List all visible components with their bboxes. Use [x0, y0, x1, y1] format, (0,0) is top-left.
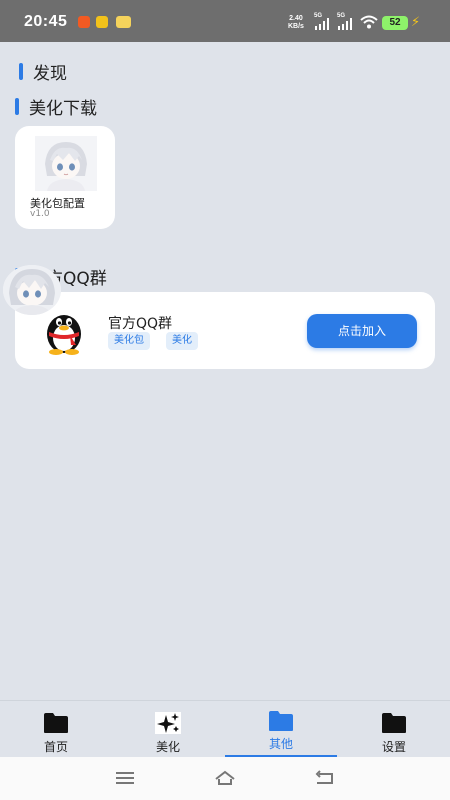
network-speed-value: 2.40 [289, 15, 303, 22]
battery-indicator: 52 [382, 16, 408, 30]
network-speed: 2.40 KB/s [288, 15, 304, 31]
folder-icon [382, 713, 406, 733]
floating-avatar[interactable] [3, 265, 61, 315]
app-notification-icon [116, 16, 131, 28]
package-version: v1.0 [30, 209, 50, 219]
nav-tab-beauty[interactable]: 美化 [112, 701, 224, 758]
signal-label: 5G [314, 13, 323, 19]
wifi-icon [360, 15, 378, 29]
status-time: 20:45 [24, 13, 68, 30]
tag-badge: 美化包 [108, 332, 150, 350]
nav-tab-home[interactable]: 首页 [0, 701, 112, 758]
nav-tab-label: 其他 [268, 737, 293, 751]
signal-label: 5G [337, 13, 346, 19]
signal-icon: 5G [314, 13, 332, 30]
network-speed-unit: KB/s [288, 23, 304, 30]
beauty-section-title: 美化下载 [15, 94, 97, 119]
page-title-text: 发现 [33, 64, 67, 84]
system-navigation-bar [0, 757, 450, 800]
status-bar: 20:45 2.40 KB/s 5G 5G 52 ⚡ [0, 0, 450, 42]
nav-tab-settings[interactable]: 设置 [338, 701, 450, 758]
title-accent-bar [19, 63, 23, 80]
home-icon[interactable] [214, 769, 236, 787]
nav-tab-other[interactable]: 其他 [225, 701, 337, 758]
folder-icon [44, 713, 68, 733]
nav-tab-label: 设置 [381, 740, 406, 754]
join-group-button[interactable]: 点击加入 [307, 314, 417, 348]
back-icon[interactable] [314, 769, 336, 787]
package-thumbnail [35, 136, 97, 191]
sparkle-icon [155, 712, 181, 734]
folder-icon [269, 711, 293, 731]
charging-icon: ⚡ [411, 15, 421, 30]
menu-icon[interactable] [114, 769, 136, 787]
signal-icon: 5G [337, 13, 355, 30]
qq-card-title: 官方QQ群 [108, 316, 173, 332]
app-notification-icon [96, 16, 108, 28]
nav-tab-label: 首页 [43, 740, 68, 754]
nav-tab-label: 美化 [155, 740, 180, 754]
title-accent-bar [15, 98, 19, 115]
page-title: 发现 [19, 59, 67, 84]
tag-badge: 美化 [166, 332, 198, 350]
beauty-section-title-text: 美化下载 [29, 99, 97, 119]
bottom-navigation: 首页 美化 其他 设置 [0, 700, 450, 758]
app-notification-icon [78, 16, 90, 28]
